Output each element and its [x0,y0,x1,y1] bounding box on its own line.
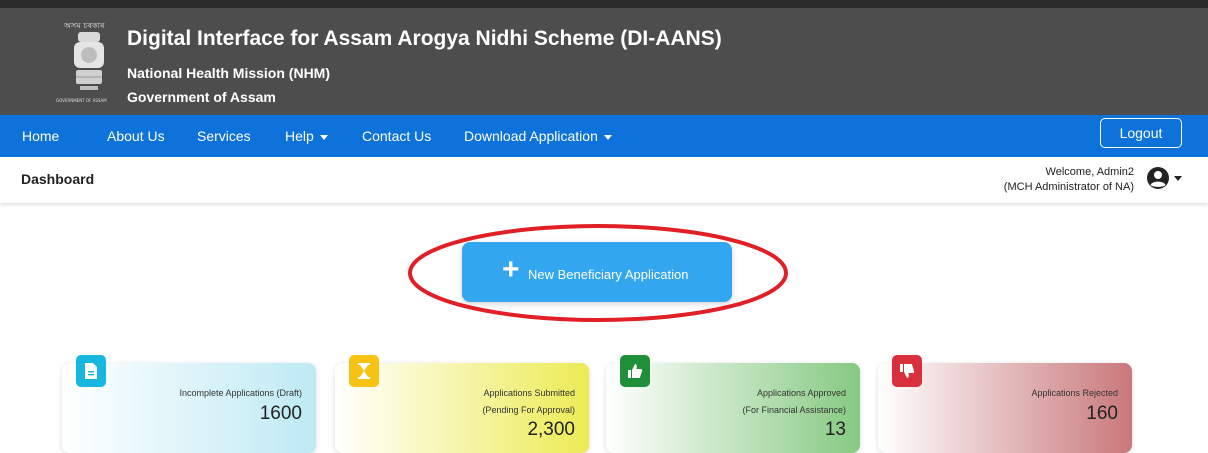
nav-home[interactable]: Home [22,128,59,144]
card-label: Applications Approved (For Financial Ass… [742,385,846,419]
chevron-down-icon [603,134,612,140]
card-label: Incomplete Applications (Draft) [179,385,302,402]
card-label-line: Applications Approved [756,388,846,398]
page-title: Dashboard [21,171,95,187]
card-label: Applications Submitted (Pending For Appr… [482,385,575,419]
nav-about-us[interactable]: About Us [107,128,165,144]
nav-home-label: Home [22,128,60,144]
welcome-user: Welcome, Admin2 [1045,166,1134,178]
card-value: 1600 [259,403,302,424]
emblem-icon [74,32,104,90]
main-nav: Home About Us Services Help Contact Us D… [0,115,1208,157]
hourglass-icon [349,355,379,387]
card-applications-approved[interactable]: Applications Approved (For Financial Ass… [606,355,860,453]
logout-button[interactable]: Logout [1100,118,1182,148]
card-label-line: (Pending For Approval) [482,405,575,415]
site-subtitle-government: Government of Assam [127,89,276,105]
assam-emblem-logo: অসম চৰকাৰ GOVERNMENT OF ASSAM [56,18,122,106]
welcome-text: Welcome, Admin2 (MCH Administrator of NA… [1004,165,1134,195]
card-incomplete-applications[interactable]: Incomplete Applications (Draft) 1600 [62,355,316,453]
site-title: Digital Interface for Assam Arogya Nidhi… [127,27,722,50]
card-value: 2,300 [527,419,575,440]
card-label: Applications Rejected [1031,385,1118,402]
nav-services[interactable]: Services [197,128,251,144]
site-subtitle-nhm: National Health Mission (NHM) [127,65,331,81]
nav-contact-us[interactable]: Contact Us [362,128,431,144]
nav-services-label: Services [197,128,251,144]
nav-help[interactable]: Help [285,128,328,144]
card-label-line: Applications Rejected [1031,388,1118,398]
card-applications-rejected[interactable]: Applications Rejected 160 [878,355,1132,453]
user-circle-icon[interactable] [1146,166,1170,190]
card-label-line: (For Financial Assistance) [742,405,846,415]
dashboard-bar: Dashboard Welcome, Admin2 (MCH Administr… [0,157,1208,203]
nav-about-us-label: About Us [107,128,165,144]
plus-icon: + [502,253,520,286]
chevron-down-icon [319,134,328,140]
new-beneficiary-application-label: New Beneficiary Application [528,267,689,282]
new-beneficiary-application-button[interactable]: + New Beneficiary Application [462,242,732,302]
thumbs-up-icon [620,355,650,387]
card-label-line: Applications Submitted [483,388,575,398]
card-value: 160 [1086,403,1118,424]
nav-download-application-label: Download Application [464,128,598,144]
nav-download-application[interactable]: Download Application [464,128,612,144]
site-header: অসম চৰকাৰ GOVERNMENT OF ASSAM Digital In… [0,0,1208,115]
user-menu-chevron-icon[interactable] [1174,176,1182,181]
thumbs-down-icon [892,355,922,387]
card-value: 13 [824,419,846,440]
document-icon [76,355,106,387]
card-label-line: Incomplete Applications (Draft) [179,388,302,398]
emblem-bottom-text: GOVERNMENT OF ASSAM [56,98,107,103]
card-applications-submitted[interactable]: Applications Submitted (Pending For Appr… [335,355,589,453]
nav-help-label: Help [285,128,314,144]
welcome-role: (MCH Administrator of NA) [1003,181,1134,193]
nav-contact-us-label: Contact Us [362,128,432,144]
